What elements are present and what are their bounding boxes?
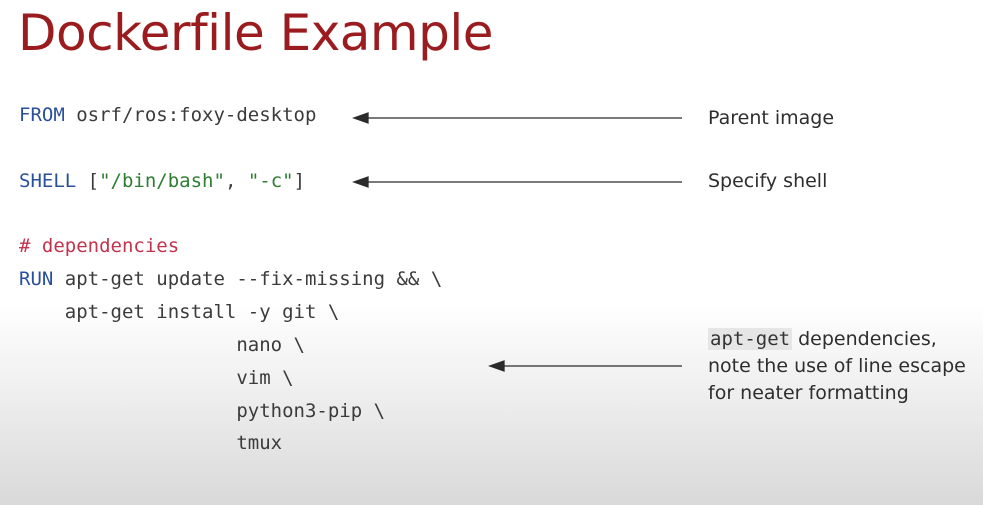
note-parent-image: Parent image xyxy=(708,107,835,129)
note-dependencies-text: dependencies, xyxy=(792,328,937,350)
annotation-arrows xyxy=(352,112,682,372)
arrow-head-specify-shell xyxy=(352,176,369,188)
note-inline-code: apt-get xyxy=(708,328,793,350)
note-dependencies-line3: for neater formatting xyxy=(708,382,909,404)
note-specify-shell: Specify shell xyxy=(708,170,828,192)
arrow-head-dependencies xyxy=(488,360,505,372)
arrow-head-parent-image xyxy=(352,112,369,124)
note-dependencies-line2: note the use of line escape xyxy=(708,355,966,377)
note-dependencies: apt-get dependencies, note the use of li… xyxy=(708,326,966,407)
note-dependencies-line1: apt-get dependencies, xyxy=(708,326,966,353)
